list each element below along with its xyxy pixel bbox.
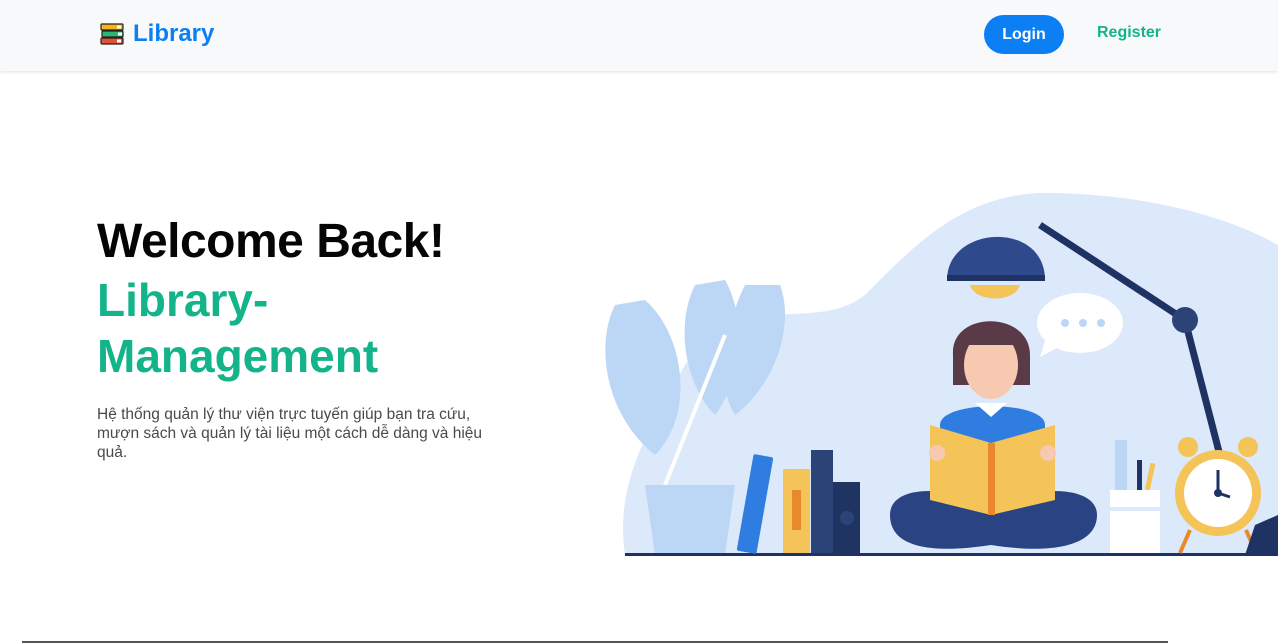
brand-link[interactable]: Library: [99, 20, 214, 48]
reading-illustration: [605, 192, 1278, 556]
hero-title: Welcome Back!: [97, 215, 445, 268]
books-stack-icon: [100, 23, 124, 45]
hero-subtitle: Library-Management: [97, 274, 379, 382]
ground-line: [625, 553, 1278, 556]
register-link[interactable]: Register: [1097, 24, 1161, 42]
navbar: Library Login Register: [0, 0, 1278, 71]
brand-label: Library: [133, 20, 215, 47]
hero-description: Hệ thống quản lý thư viện trực tuyến giú…: [97, 406, 483, 461]
login-button[interactable]: Login: [984, 15, 1064, 54]
